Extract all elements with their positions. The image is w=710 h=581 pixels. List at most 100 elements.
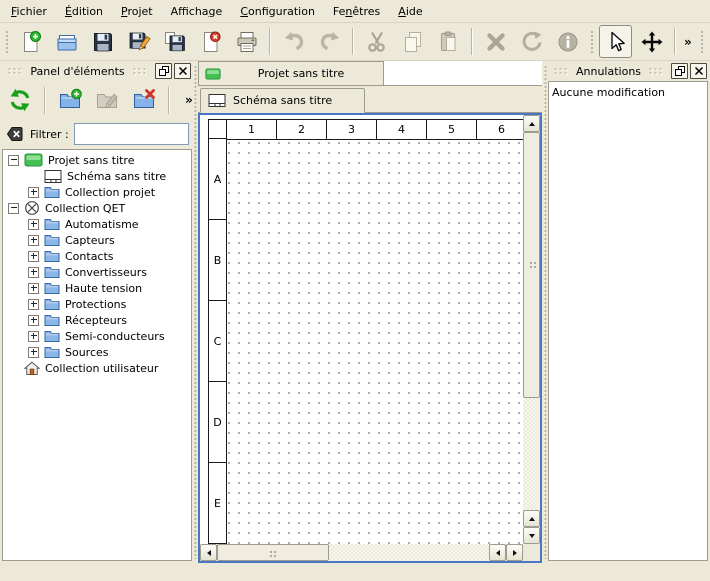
undo-list-item[interactable]: Aucune modification (552, 84, 704, 100)
horizontal-scrollbar-thumb[interactable] (217, 544, 329, 561)
expand-expander-icon[interactable] (28, 283, 39, 294)
arrow-left-icon (496, 550, 500, 556)
horizontal-scrollbar[interactable] (200, 544, 523, 561)
new-document-button[interactable] (14, 25, 47, 58)
vertical-scrollbar-thumb[interactable] (523, 132, 540, 398)
toolbar-drag-handle[interactable] (4, 29, 9, 55)
dock-grip (648, 67, 664, 75)
close-file-button[interactable] (194, 25, 227, 58)
reload-collections-button[interactable] (4, 84, 36, 116)
undo-panel-titlebar[interactable]: Annulations (548, 62, 708, 80)
undo-button[interactable] (277, 25, 310, 58)
menu-fichier[interactable]: Fichier (2, 2, 56, 21)
tree-item-capteurs[interactable]: Capteurs (3, 232, 191, 248)
tree-item-label: Collection projet (65, 186, 155, 199)
scroll-up-button-2[interactable] (523, 510, 540, 527)
tree-item-semi-conducteurs[interactable]: Semi-conducteurs (3, 328, 191, 344)
elements-panel-titlebar[interactable]: Panel d'éléments (2, 62, 192, 80)
menu-projet[interactable]: Projet (112, 2, 162, 21)
expand-expander-icon[interactable] (28, 347, 39, 358)
select-mode-button[interactable] (599, 25, 632, 58)
save-all-button[interactable] (158, 25, 191, 58)
clear-filter-button[interactable] (5, 124, 25, 144)
redo-button[interactable] (313, 25, 346, 58)
folder-icon (44, 297, 60, 311)
scroll-down-button[interactable] (523, 527, 540, 544)
copy-button[interactable] (396, 25, 429, 58)
collapse-expander-icon[interactable] (8, 203, 19, 214)
undo-history-list[interactable]: Aucune modification (548, 81, 708, 561)
elements-tree[interactable]: Projet sans titre Schéma sans titre Coll… (2, 149, 192, 561)
paste-button[interactable] (432, 25, 465, 58)
float-panel-button[interactable] (671, 63, 688, 79)
scroll-up-button[interactable] (523, 115, 540, 132)
right-splitter[interactable] (542, 61, 548, 563)
paste-icon (437, 30, 461, 54)
toolbar-drag-handle[interactable] (589, 29, 594, 55)
home-icon (24, 361, 40, 376)
open-project-button[interactable] (50, 25, 83, 58)
column-label: 1 (226, 119, 277, 140)
menu-edition[interactable]: Édition (56, 2, 112, 21)
schema-canvas[interactable]: 1 2 3 4 5 6 A B C D E (198, 113, 542, 563)
tree-item-contacts[interactable]: Contacts (3, 248, 191, 264)
menu-fenetres[interactable]: Fenêtres (324, 2, 389, 21)
menu-aide[interactable]: Aide (389, 2, 431, 21)
expand-expander-icon[interactable] (28, 299, 39, 310)
vertical-scrollbar-track[interactable] (523, 398, 540, 510)
menu-configuration[interactable]: Configuration (231, 2, 324, 21)
menu-affichage[interactable]: Affichage (162, 2, 232, 21)
scroll-left-button[interactable] (200, 544, 217, 561)
filter-row: Filtrer : (2, 120, 192, 148)
column-label: 5 (426, 119, 477, 140)
scroll-left-button-2[interactable] (489, 544, 506, 561)
tree-item-convertisseurs[interactable]: Convertisseurs (3, 264, 191, 280)
delete-element-button[interactable] (128, 84, 160, 116)
tree-item-project[interactable]: Projet sans titre (3, 152, 191, 168)
tree-item-haute-tension[interactable]: Haute tension (3, 280, 191, 296)
copy-icon (401, 30, 425, 54)
vertical-scrollbar[interactable] (523, 115, 540, 544)
expand-expander-icon[interactable] (28, 219, 39, 230)
tree-item-collection-utilisateur[interactable]: Collection utilisateur (3, 360, 191, 376)
save-as-button[interactable] (122, 25, 155, 58)
close-panel-button[interactable] (690, 63, 707, 79)
delete-button[interactable] (479, 25, 512, 58)
print-button[interactable] (230, 25, 263, 58)
rotate-button[interactable] (515, 25, 548, 58)
tree-item-protections[interactable]: Protections (3, 296, 191, 312)
scrollbar-corner (523, 544, 540, 561)
tab-projet-sans-titre[interactable]: Projet sans titre (198, 61, 384, 85)
horizontal-scrollbar-track[interactable] (329, 544, 489, 561)
expand-expander-icon[interactable] (28, 251, 39, 262)
scroll-right-button[interactable] (506, 544, 523, 561)
toolbar-overflow-button[interactable]: » (682, 35, 694, 49)
tree-item-collection-projet[interactable]: Collection projet (3, 184, 191, 200)
collapse-expander-icon[interactable] (8, 155, 19, 166)
tab-schema-sans-titre[interactable]: Schéma sans titre (200, 88, 365, 113)
save-button[interactable] (86, 25, 119, 58)
expand-expander-icon[interactable] (28, 235, 39, 246)
toolbar-drag-handle[interactable] (699, 29, 704, 55)
element-info-button[interactable] (551, 25, 584, 58)
tree-item-label: Capteurs (65, 234, 115, 247)
move-mode-button[interactable] (635, 25, 668, 58)
arrow-left-icon (207, 550, 211, 556)
edit-element-icon (95, 88, 119, 112)
float-panel-button[interactable] (155, 63, 172, 79)
tree-item-schema[interactable]: Schéma sans titre (3, 168, 191, 184)
expand-expander-icon[interactable] (28, 187, 39, 198)
paper-outline (208, 119, 527, 546)
edit-element-button[interactable] (91, 84, 123, 116)
tree-item-collection-qet[interactable]: Collection QET (3, 200, 191, 216)
tree-item-sources[interactable]: Sources (3, 344, 191, 360)
expand-expander-icon[interactable] (28, 315, 39, 326)
expand-expander-icon[interactable] (28, 267, 39, 278)
cut-button[interactable] (360, 25, 393, 58)
tree-item-recepteurs[interactable]: Récepteurs (3, 312, 191, 328)
filter-input[interactable] (74, 123, 189, 145)
tree-item-automatisme[interactable]: Automatisme (3, 216, 191, 232)
new-element-button[interactable] (54, 84, 86, 116)
close-panel-button[interactable] (174, 63, 191, 79)
expand-expander-icon[interactable] (28, 331, 39, 342)
